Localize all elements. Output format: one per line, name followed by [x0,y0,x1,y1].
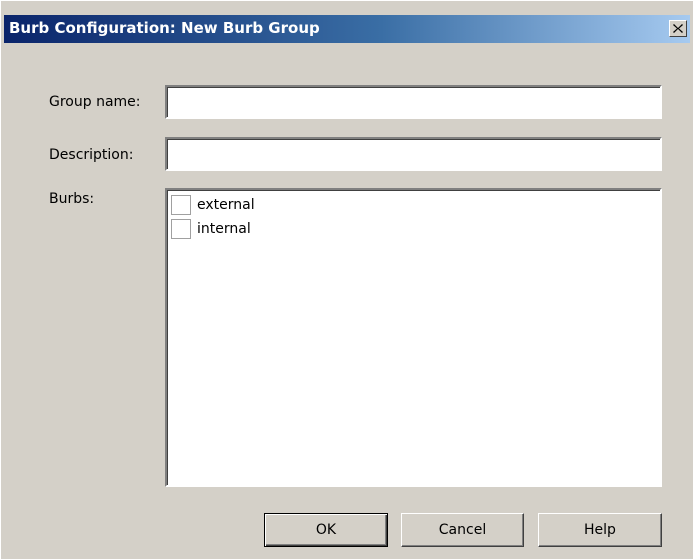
cancel-button[interactable]: Cancel [401,513,524,547]
burb-item-label: internal [197,221,251,237]
burb-configuration-dialog: Burb Configuration: New Burb Group Group… [0,0,693,559]
help-button[interactable]: Help [538,513,662,547]
close-button[interactable] [669,20,687,37]
title-bar[interactable]: Burb Configuration: New Burb Group [4,15,690,43]
description-input[interactable] [165,137,662,171]
ok-button[interactable]: OK [264,513,388,547]
group-name-input[interactable] [165,85,662,119]
burbs-listbox[interactable]: external internal [165,188,662,487]
window-title: Burb Configuration: New Burb Group [9,19,320,37]
description-label: Description: [49,147,134,163]
list-item[interactable]: internal [171,217,660,241]
group-name-label: Group name: [49,94,141,110]
close-icon [673,24,683,33]
list-item[interactable]: external [171,193,660,217]
burb-checkbox-external[interactable] [171,195,191,215]
burb-item-label: external [197,197,255,213]
burbs-label: Burbs: [49,191,95,207]
burb-checkbox-internal[interactable] [171,219,191,239]
